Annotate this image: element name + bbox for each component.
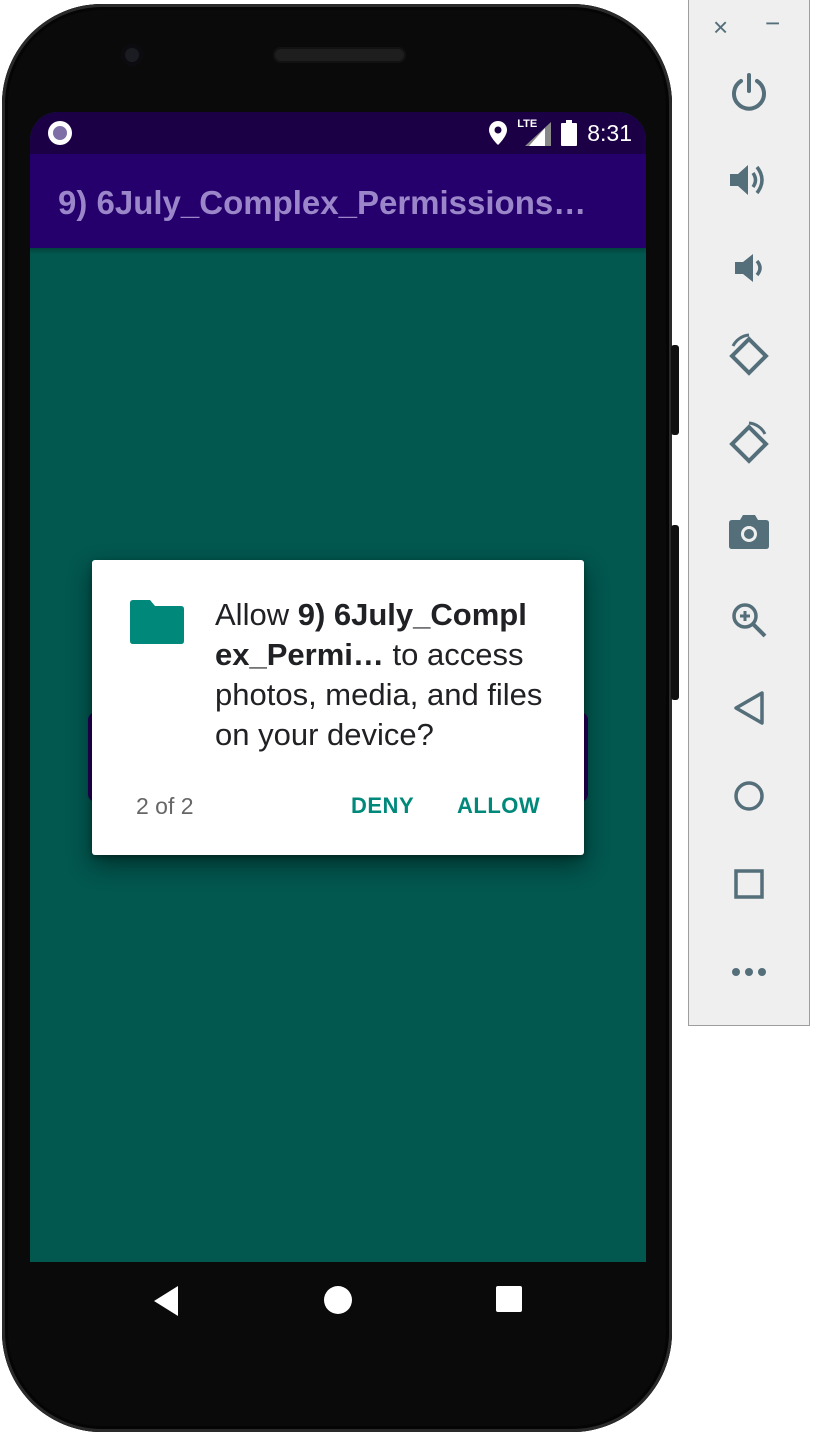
allow-button[interactable]: ALLOW [457, 793, 540, 819]
network-type-icon: LTE [517, 118, 552, 146]
permission-dialog: Allow 9) 6July_Compl ex_Permi… to access… [92, 560, 584, 855]
volume-down-button[interactable] [719, 238, 779, 298]
front-camera [121, 44, 143, 66]
message-prefix: Allow [215, 597, 298, 632]
app-title: 9) 6July_Complex_Permissions_... [58, 184, 598, 221]
back-icon [734, 691, 764, 725]
status-indicators: LTE 8:31 [489, 118, 632, 148]
rotate-left-icon [729, 333, 769, 376]
volume-up-button[interactable] [719, 150, 779, 210]
screenshot-button[interactable] [719, 502, 779, 562]
device-screen: LTE 8:31 9) 6July_Complex_Permissions_..… [30, 112, 646, 1262]
back-button[interactable] [719, 678, 779, 738]
close-button[interactable]: × [713, 12, 728, 43]
emulator-toolbar: × − [688, 0, 810, 1026]
nav-home-button[interactable] [322, 1284, 354, 1316]
location-icon [489, 121, 508, 145]
side-button-volume [671, 525, 679, 700]
camera-icon [729, 515, 769, 549]
app-bar: 9) 6July_Complex_Permissions_... [30, 154, 646, 248]
app-bar-shadow [30, 248, 646, 254]
battery-icon [561, 120, 578, 146]
permission-counter: 2 of 2 [136, 793, 194, 819]
power-icon [732, 73, 766, 111]
deny-button[interactable]: DENY [351, 793, 414, 819]
rotate-left-button[interactable] [719, 326, 779, 386]
nav-back-button[interactable] [152, 1284, 180, 1318]
nav-overview-button[interactable] [495, 1285, 523, 1313]
more-icon [732, 968, 766, 976]
home-button[interactable] [719, 766, 779, 826]
zoom-icon [732, 603, 767, 638]
status-time: 8:31 [587, 119, 632, 146]
notification-icon [48, 121, 72, 145]
status-bar: LTE 8:31 [30, 112, 646, 154]
home-icon [734, 781, 764, 811]
phone-frame: LTE 8:31 9) 6July_Complex_Permissions_..… [2, 4, 672, 1432]
overview-button[interactable] [719, 854, 779, 914]
folder-icon [130, 600, 184, 644]
volume-up-icon [730, 165, 764, 195]
more-button[interactable] [719, 942, 779, 1002]
minimize-button[interactable]: − [765, 8, 780, 39]
permission-message: Allow 9) 6July_Compl ex_Permi… to access… [215, 595, 560, 755]
rotate-right-button[interactable] [719, 414, 779, 474]
rotate-right-icon [729, 421, 769, 464]
volume-down-icon [735, 254, 762, 282]
earpiece-speaker [273, 47, 406, 63]
zoom-button[interactable] [719, 590, 779, 650]
toolbar-header: × − [689, 0, 809, 50]
navigation-bar [30, 1262, 646, 1342]
overview-icon [734, 869, 764, 899]
power-button[interactable] [719, 62, 779, 122]
side-button-power [671, 345, 679, 435]
